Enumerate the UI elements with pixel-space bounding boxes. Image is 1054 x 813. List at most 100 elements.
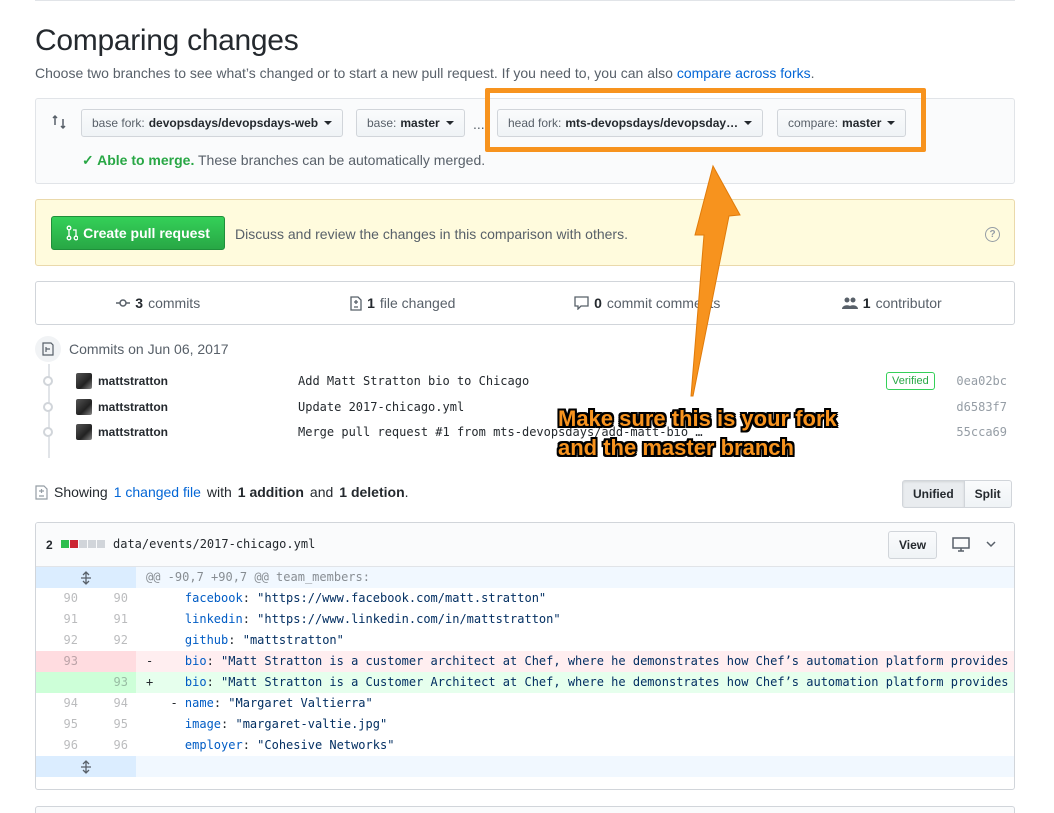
commit-author[interactable]: mattstratton bbox=[98, 400, 168, 414]
commit-author[interactable]: mattstratton bbox=[98, 374, 168, 388]
old-line-number[interactable]: 92 bbox=[36, 630, 86, 651]
base-fork-label: base fork: bbox=[92, 116, 145, 130]
next-file-box bbox=[35, 806, 1015, 813]
avatar[interactable] bbox=[76, 399, 92, 415]
code-line: employer: "Cohesive Networks" bbox=[156, 735, 1014, 756]
commit-message[interactable]: Update 2017-chicago.yml bbox=[298, 400, 464, 414]
code-line: bio: "Matt Stratton is a Customer Archit… bbox=[156, 672, 1014, 693]
files-and-text: and bbox=[309, 484, 334, 500]
create-pull-request-button[interactable]: Create pull request bbox=[51, 216, 225, 250]
code-line: - name: "Margaret Valtierra" bbox=[156, 693, 1014, 714]
annotation-callout: Make sure this is your fork and the mast… bbox=[558, 404, 837, 462]
new-line-number[interactable]: 96 bbox=[86, 735, 136, 756]
commits-label: commits bbox=[148, 295, 201, 311]
yaml-value: "mattstratton" bbox=[242, 633, 344, 647]
page-title: Comparing changes bbox=[35, 24, 299, 57]
base-fork-select[interactable]: base fork: devopsdays/devopsdays-web bbox=[81, 109, 344, 137]
changed-files-link[interactable]: 1 changed file bbox=[114, 484, 201, 500]
split-button[interactable]: Split bbox=[964, 480, 1012, 508]
commit-row: mattstratton Add Matt Stratton bio to Ch… bbox=[35, 369, 1015, 393]
diff-line-context: 90 90 facebook: "https://www.facebook.com… bbox=[36, 588, 1014, 609]
diff-lines: 90 90 facebook: "https://www.facebook.com… bbox=[36, 588, 1014, 756]
commits-count: 3 bbox=[135, 295, 144, 311]
diff-view-toggle: Unified Split bbox=[902, 480, 1012, 508]
contributors-tab[interactable]: 1 contributor bbox=[770, 282, 1015, 324]
files-with-text: with bbox=[206, 484, 232, 500]
commit-icon bbox=[116, 299, 131, 307]
new-line-number[interactable]: 95 bbox=[86, 714, 136, 735]
diff-sign bbox=[136, 735, 156, 756]
yaml-key: image bbox=[184, 717, 222, 731]
display-rich-diff-icon[interactable] bbox=[952, 537, 970, 552]
people-icon bbox=[841, 297, 858, 309]
diff-change-count: 2 bbox=[46, 538, 53, 552]
old-line-number[interactable]: 93 bbox=[36, 651, 86, 672]
file-path[interactable]: data/events/2017-chicago.yml bbox=[113, 537, 315, 551]
code-line: github: "mattstratton" bbox=[156, 630, 1014, 651]
old-line-number[interactable]: 90 bbox=[36, 588, 86, 609]
avatar[interactable] bbox=[76, 424, 92, 440]
code-line: image: "margaret-valtie.jpg" bbox=[156, 714, 1014, 735]
deletions-count: 1 deletion bbox=[339, 484, 405, 500]
yaml-colon: : bbox=[228, 633, 243, 647]
yaml-colon: : bbox=[221, 717, 236, 731]
diffstat-deleted-block bbox=[70, 540, 78, 548]
code-line: facebook: "https://www.facebook.com/matt… bbox=[156, 588, 1014, 609]
pull-request-icon bbox=[66, 225, 79, 241]
new-line-number[interactable]: 90 bbox=[86, 588, 136, 609]
diffstat-added-block bbox=[61, 540, 69, 548]
compare-across-forks-link[interactable]: compare across forks bbox=[677, 65, 811, 81]
range-separator: ... bbox=[473, 116, 485, 132]
yaml-value: "https://www.linkedin.com/in/mattstratto… bbox=[257, 612, 561, 626]
expand-up-icon[interactable] bbox=[36, 567, 136, 588]
base-fork-value: devopsdays/devopsdays-web bbox=[148, 116, 319, 130]
diff-sign bbox=[136, 714, 156, 735]
file-diff-icon bbox=[350, 295, 362, 311]
commits-tab[interactable]: 3 commits bbox=[36, 282, 281, 324]
commit-author[interactable]: mattstratton bbox=[98, 425, 168, 439]
new-line-number[interactable]: 94 bbox=[86, 693, 136, 714]
new-line-number[interactable]: 91 bbox=[86, 609, 136, 630]
diffstat-bars bbox=[61, 540, 105, 548]
create-pr-description: Discuss and review the changes in this c… bbox=[235, 226, 628, 242]
page-subtitle: Choose two branches to see what’s change… bbox=[35, 65, 815, 81]
old-line-number[interactable] bbox=[36, 672, 86, 693]
files-label: file changed bbox=[379, 295, 456, 311]
commit-sha[interactable]: 55cca69 bbox=[956, 425, 1007, 439]
new-line-number[interactable]: 92 bbox=[86, 630, 136, 651]
comments-count: 0 bbox=[594, 295, 602, 311]
diff-line-context: 92 92 github: "mattstratton" bbox=[36, 630, 1014, 651]
expand-down-icon[interactable] bbox=[36, 756, 136, 777]
old-line-number[interactable]: 96 bbox=[36, 735, 86, 756]
old-line-number[interactable]: 95 bbox=[36, 714, 86, 735]
unified-button[interactable]: Unified bbox=[902, 480, 965, 508]
base-value: master bbox=[400, 116, 440, 130]
commit-comments-tab[interactable]: 0 commit comments bbox=[525, 282, 770, 324]
hunk-header-row: @@ -90,7 +90,7 @@ team_members: bbox=[36, 567, 1014, 588]
diff-line-context: 91 91 linkedin: "https://www.linkedin.com… bbox=[36, 609, 1014, 630]
yaml-key: facebook bbox=[184, 591, 243, 605]
base-branch-select[interactable]: base: master bbox=[356, 109, 465, 137]
create-pr-label: Create pull request bbox=[83, 225, 210, 241]
avatar[interactable] bbox=[76, 373, 92, 389]
chevron-down-icon[interactable] bbox=[985, 538, 997, 550]
old-line-number[interactable]: 91 bbox=[36, 609, 86, 630]
help-icon[interactable]: ? bbox=[985, 227, 1000, 242]
yaml-colon: : bbox=[206, 654, 222, 668]
new-line-number[interactable]: 93 bbox=[86, 672, 136, 693]
commit-message[interactable]: Add Matt Stratton bio to Chicago bbox=[298, 374, 529, 388]
files-changed-tab[interactable]: 1 file changed bbox=[281, 282, 526, 324]
old-line-number[interactable]: 94 bbox=[36, 693, 86, 714]
yaml-value: "Matt Stratton is a Customer Architect a… bbox=[221, 675, 1009, 689]
diff-sign bbox=[136, 588, 156, 609]
view-file-button[interactable]: View bbox=[888, 531, 938, 559]
diffstat-neutral-block bbox=[79, 540, 87, 548]
commit-sha[interactable]: 0ea02bc bbox=[956, 374, 1007, 388]
subtitle-end: . bbox=[810, 65, 815, 81]
commit-sha[interactable]: d6583f7 bbox=[956, 400, 1007, 414]
verified-badge[interactable]: Verified bbox=[886, 372, 935, 390]
new-line-number[interactable] bbox=[86, 651, 136, 672]
